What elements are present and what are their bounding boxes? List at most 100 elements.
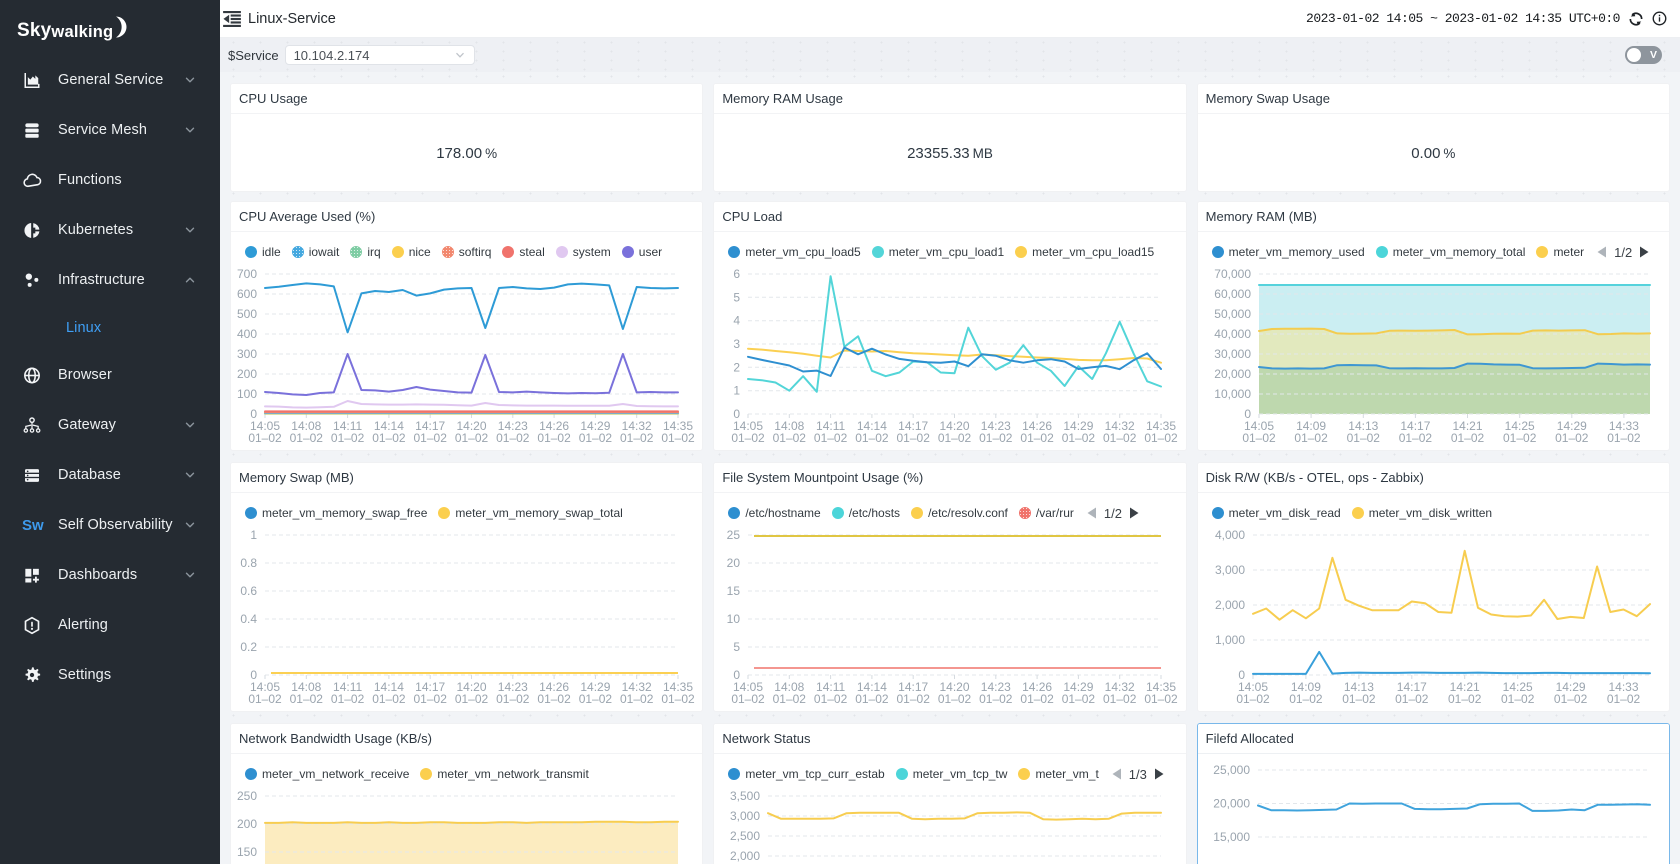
svg-text:01–02: 01–02 bbox=[1503, 431, 1537, 445]
svg-text:25,000: 25,000 bbox=[1213, 763, 1250, 777]
svg-text:01–02: 01–02 bbox=[1555, 431, 1589, 445]
svg-text:01–02: 01–02 bbox=[579, 692, 613, 706]
svg-text:10,000: 10,000 bbox=[1214, 387, 1251, 401]
svg-text:01–02: 01–02 bbox=[331, 431, 365, 445]
svg-text:01–02: 01–02 bbox=[579, 431, 613, 445]
svg-text:200: 200 bbox=[237, 817, 257, 831]
svg-text:01–02: 01–02 bbox=[1554, 692, 1588, 706]
svg-text:01–02: 01–02 bbox=[1450, 431, 1484, 445]
svg-text:01–02: 01–02 bbox=[248, 431, 282, 445]
svg-text:50,000: 50,000 bbox=[1214, 307, 1251, 321]
svg-text:0.8: 0.8 bbox=[240, 556, 257, 570]
svg-text:01–02: 01–02 bbox=[414, 692, 448, 706]
svg-text:01–02: 01–02 bbox=[1398, 431, 1432, 445]
svg-text:01–02: 01–02 bbox=[1145, 692, 1179, 706]
svg-text:25: 25 bbox=[727, 528, 741, 542]
svg-text:01–02: 01–02 bbox=[537, 692, 571, 706]
svg-text:01–02: 01–02 bbox=[856, 431, 890, 445]
svg-text:01–02: 01–02 bbox=[290, 431, 324, 445]
svg-text:01–02: 01–02 bbox=[938, 692, 972, 706]
svg-text:01–02: 01–02 bbox=[537, 431, 571, 445]
svg-text:01–02: 01–02 bbox=[732, 692, 766, 706]
svg-text:2,000: 2,000 bbox=[1215, 598, 1245, 612]
svg-text:2,500: 2,500 bbox=[730, 829, 760, 843]
svg-text:2,000: 2,000 bbox=[730, 849, 760, 863]
svg-text:6: 6 bbox=[734, 267, 741, 281]
svg-text:01–02: 01–02 bbox=[1294, 431, 1328, 445]
svg-text:01–02: 01–02 bbox=[814, 431, 848, 445]
svg-text:2: 2 bbox=[734, 360, 741, 374]
svg-text:01–02: 01–02 bbox=[979, 692, 1013, 706]
svg-text:01–02: 01–02 bbox=[331, 692, 365, 706]
svg-text:3,000: 3,000 bbox=[1215, 563, 1245, 577]
svg-text:1: 1 bbox=[250, 528, 257, 542]
svg-text:01–02: 01–02 bbox=[1607, 431, 1641, 445]
svg-text:01–02: 01–02 bbox=[1062, 692, 1096, 706]
svg-text:600: 600 bbox=[237, 287, 257, 301]
svg-text:01–02: 01–02 bbox=[773, 431, 807, 445]
svg-text:70,000: 70,000 bbox=[1214, 267, 1251, 281]
svg-text:30,000: 30,000 bbox=[1214, 347, 1251, 361]
svg-text:01–02: 01–02 bbox=[1145, 431, 1179, 445]
svg-text:01–02: 01–02 bbox=[856, 692, 890, 706]
svg-text:01–02: 01–02 bbox=[661, 692, 695, 706]
svg-text:01–02: 01–02 bbox=[938, 431, 972, 445]
svg-text:01–02: 01–02 bbox=[732, 431, 766, 445]
svg-text:01–02: 01–02 bbox=[455, 692, 489, 706]
svg-text:01–02: 01–02 bbox=[372, 692, 406, 706]
svg-text:01–02: 01–02 bbox=[1242, 431, 1276, 445]
svg-text:3,000: 3,000 bbox=[730, 809, 760, 823]
svg-text:4: 4 bbox=[734, 314, 741, 328]
svg-text:100: 100 bbox=[237, 387, 257, 401]
svg-text:150: 150 bbox=[237, 845, 257, 859]
svg-text:0.4: 0.4 bbox=[240, 612, 257, 626]
svg-text:0.6: 0.6 bbox=[240, 584, 257, 598]
svg-text:01–02: 01–02 bbox=[1021, 431, 1055, 445]
svg-text:20,000: 20,000 bbox=[1213, 797, 1250, 811]
svg-text:01–02: 01–02 bbox=[414, 431, 448, 445]
svg-text:01–02: 01–02 bbox=[248, 692, 282, 706]
svg-text:01–02: 01–02 bbox=[661, 431, 695, 445]
svg-text:40,000: 40,000 bbox=[1214, 327, 1251, 341]
svg-text:01–02: 01–02 bbox=[1062, 431, 1096, 445]
svg-text:700: 700 bbox=[237, 267, 257, 281]
svg-text:01–02: 01–02 bbox=[979, 431, 1013, 445]
svg-text:01–02: 01–02 bbox=[496, 692, 530, 706]
svg-text:01–02: 01–02 bbox=[773, 692, 807, 706]
svg-text:60,000: 60,000 bbox=[1214, 287, 1251, 301]
svg-text:0.2: 0.2 bbox=[240, 640, 257, 654]
svg-text:01–02: 01–02 bbox=[1346, 431, 1380, 445]
svg-text:3,500: 3,500 bbox=[730, 789, 760, 803]
svg-text:4,000: 4,000 bbox=[1215, 528, 1245, 542]
svg-text:01–02: 01–02 bbox=[1236, 692, 1270, 706]
svg-text:15,000: 15,000 bbox=[1213, 830, 1250, 844]
svg-text:20: 20 bbox=[727, 556, 741, 570]
svg-text:01–02: 01–02 bbox=[1395, 692, 1429, 706]
svg-text:01–02: 01–02 bbox=[1103, 431, 1137, 445]
svg-text:1,000: 1,000 bbox=[1215, 633, 1245, 647]
svg-text:15: 15 bbox=[727, 584, 741, 598]
svg-text:300: 300 bbox=[237, 347, 257, 361]
svg-text:01–02: 01–02 bbox=[1606, 692, 1640, 706]
svg-text:01–02: 01–02 bbox=[496, 431, 530, 445]
svg-text:01–02: 01–02 bbox=[1448, 692, 1482, 706]
svg-text:1: 1 bbox=[734, 384, 741, 398]
svg-text:01–02: 01–02 bbox=[455, 431, 489, 445]
svg-text:200: 200 bbox=[237, 367, 257, 381]
svg-text:01–02: 01–02 bbox=[897, 692, 931, 706]
svg-text:01–02: 01–02 bbox=[620, 692, 654, 706]
svg-text:10: 10 bbox=[727, 612, 741, 626]
svg-text:01–02: 01–02 bbox=[620, 431, 654, 445]
svg-text:5: 5 bbox=[734, 640, 741, 654]
svg-text:01–02: 01–02 bbox=[1289, 692, 1323, 706]
svg-text:5: 5 bbox=[734, 290, 741, 304]
svg-text:400: 400 bbox=[237, 327, 257, 341]
svg-text:01–02: 01–02 bbox=[1021, 692, 1055, 706]
svg-text:01–02: 01–02 bbox=[290, 692, 324, 706]
svg-text:250: 250 bbox=[237, 789, 257, 803]
svg-text:01–02: 01–02 bbox=[897, 431, 931, 445]
svg-text:01–02: 01–02 bbox=[814, 692, 848, 706]
svg-text:3: 3 bbox=[734, 337, 741, 351]
svg-text:01–02: 01–02 bbox=[372, 431, 406, 445]
svg-text:01–02: 01–02 bbox=[1342, 692, 1376, 706]
